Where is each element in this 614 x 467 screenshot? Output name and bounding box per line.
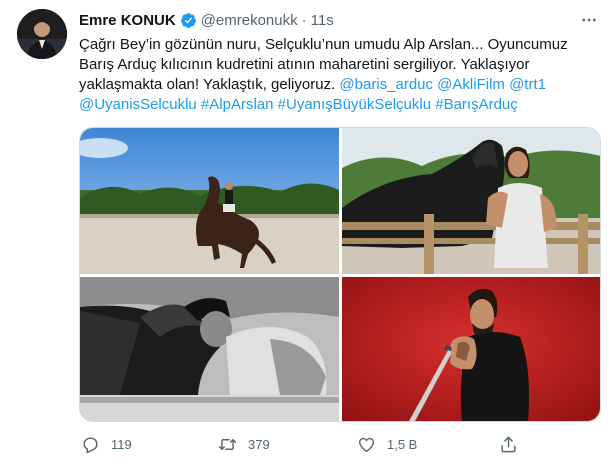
- share-icon: [501, 436, 516, 452]
- avatar-image: [17, 9, 67, 59]
- reply-icon: [83, 436, 98, 453]
- reply-button[interactable]: 119: [81, 435, 132, 454]
- retweet-count: 379: [248, 436, 270, 452]
- tweet-text: Çağrı Bey’in gözünün nuru, Selçuklu’nun …: [79, 35, 599, 115]
- tweet[interactable]: Emre KONUK @emrekonukk · 11s Çağrı Bey’i…: [0, 0, 614, 467]
- media-grid: [79, 127, 601, 422]
- photo-black-white-horse[interactable]: [80, 277, 339, 421]
- like-button[interactable]: 1,5 B: [357, 435, 417, 454]
- tweet-text-line: Barış Arduç kılıcının kudretini atının m…: [79, 56, 530, 73]
- mention-links[interactable]: @baris_arduc @AkliFilm @trt1: [339, 76, 546, 93]
- photo-man-with-horse[interactable]: [342, 128, 600, 274]
- author-name[interactable]: Emre KONUK: [79, 12, 176, 29]
- like-count: 1,5 B: [387, 436, 418, 452]
- tweet-actions: 119 379 1,5 B: [79, 433, 549, 455]
- tweet-text-line: Çağrı Bey’in gözünün nuru, Selçuklu’nun …: [79, 36, 568, 53]
- share-button[interactable]: [499, 435, 518, 454]
- reply-count: 119: [111, 436, 132, 452]
- photo-man-with-sword[interactable]: [342, 277, 600, 421]
- tweet-text-plain: yaklaşmakta olan! Yaklaştık, geliyoruz.: [79, 76, 340, 93]
- tweet-text-line: yaklaşmakta olan! Yaklaştık, geliyoruz. …: [79, 75, 599, 95]
- photo-rearing-horse[interactable]: [80, 128, 339, 274]
- hashtag-links[interactable]: @UyanisSelcuklu #AlpArslan #UyanışBüyükS…: [79, 95, 599, 115]
- more-icon[interactable]: [578, 10, 600, 30]
- avatar[interactable]: [17, 9, 67, 59]
- retweet-icon: [218, 438, 237, 450]
- retweet-button[interactable]: 379: [218, 435, 270, 454]
- like-icon: [359, 437, 374, 452]
- author-handle[interactable]: @emrekonukk: [201, 12, 298, 29]
- tweet-timestamp[interactable]: 11s: [311, 12, 334, 29]
- header-separator: ·: [301, 11, 307, 29]
- tweet-header: Emre KONUK @emrekonukk · 11s: [79, 10, 334, 30]
- verified-badge-icon: [180, 12, 197, 29]
